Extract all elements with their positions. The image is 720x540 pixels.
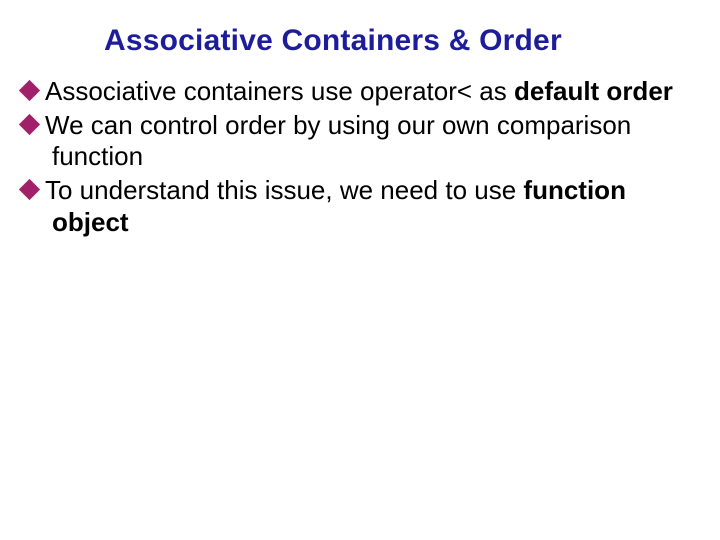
list-item: We can control order by using our own co… — [22, 110, 698, 173]
bullet-list: Associative containers use operator< as … — [22, 76, 698, 239]
bullet-text-pre: To understand this issue, we need to use — [45, 175, 523, 205]
bullet-icon — [19, 114, 40, 135]
bullet-text-pre: We can control order by using our own co… — [45, 110, 631, 172]
bullet-text-bold: default order — [514, 76, 673, 106]
bullet-text-pre: Associative containers use operator< as — [45, 76, 514, 106]
page-title: Associative Containers & Order — [104, 24, 698, 58]
list-item: To understand this issue, we need to use… — [22, 175, 698, 238]
bullet-icon — [19, 179, 40, 200]
bullet-icon — [19, 80, 40, 101]
slide: Associative Containers & Order Associati… — [0, 0, 720, 540]
list-item: Associative containers use operator< as … — [22, 76, 698, 108]
